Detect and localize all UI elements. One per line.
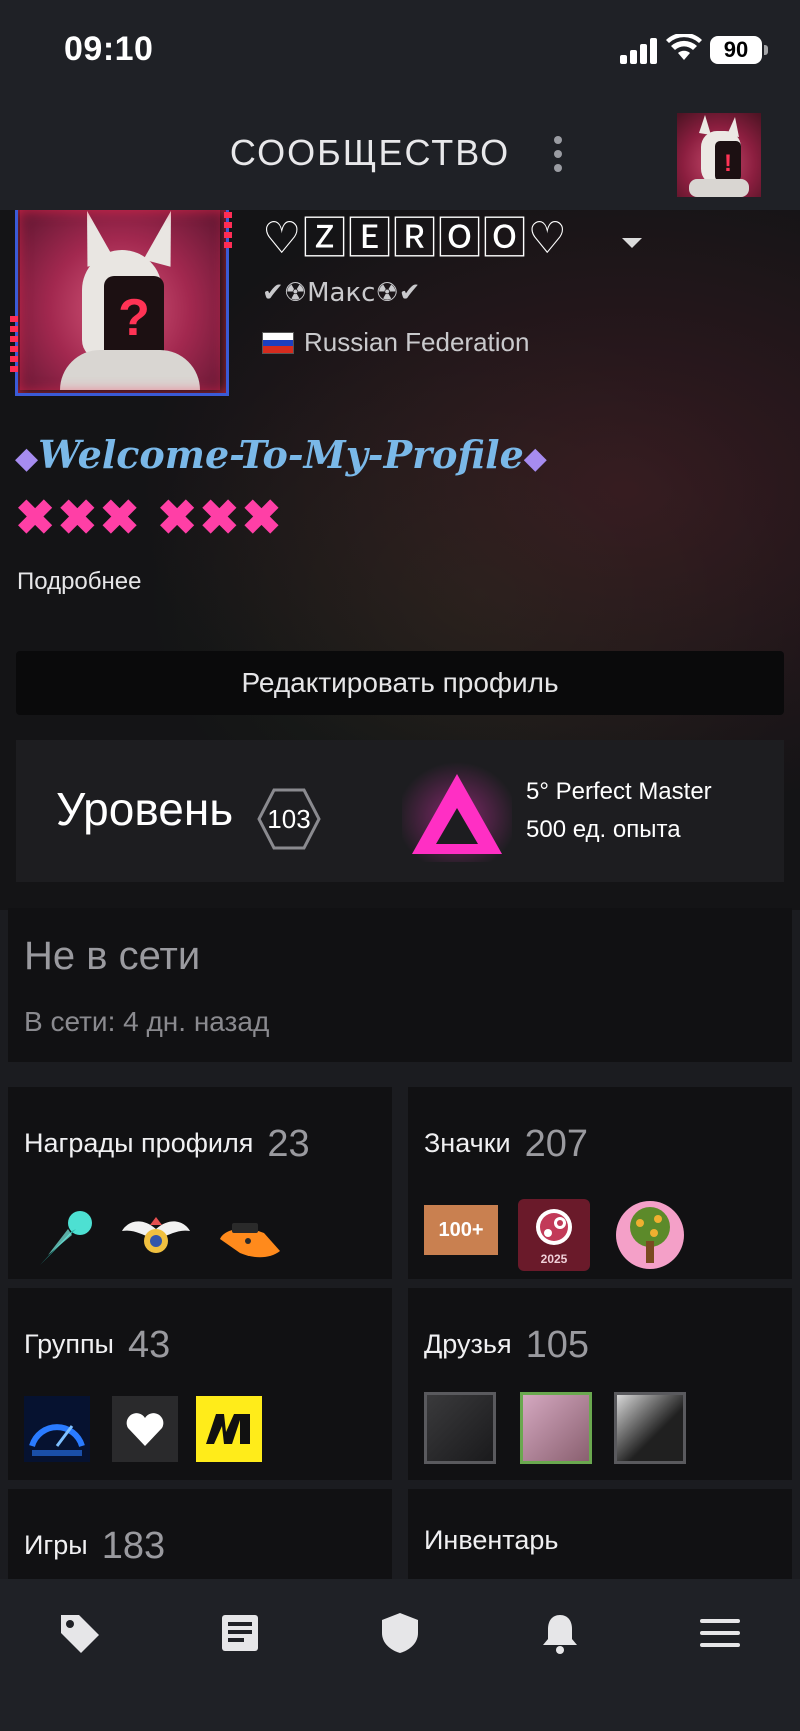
level-section[interactable]: Уровень 103 5° Perfect Master 500 ед. оп…	[16, 740, 784, 882]
persona-name[interactable]: ♡🅉🄴🅁🄾🄾♡	[262, 202, 568, 266]
last-online: В сети: 4 дн. назад	[24, 1006, 270, 1037]
groups-card[interactable]: Группы 43	[8, 1288, 392, 1480]
online-status-section: Не в сети В сети: 4 дн. назад	[8, 908, 792, 1062]
battery-indicator: 90	[710, 36, 768, 64]
tab-store[interactable]	[24, 1579, 134, 1689]
shield-icon	[382, 1613, 418, 1653]
svg-text:!: !	[724, 150, 732, 177]
menu-icon	[700, 1619, 740, 1647]
speedometer-group-icon	[24, 1396, 90, 1462]
navi-group-icon	[196, 1396, 262, 1462]
friend-avatar[interactable]	[614, 1392, 686, 1464]
header-avatar[interactable]: !	[677, 113, 761, 197]
avatar-frame	[15, 210, 229, 396]
card-count: 207	[524, 1123, 589, 1165]
winged-eye-award-icon	[122, 1217, 190, 1253]
tab-guard[interactable]	[345, 1579, 455, 1689]
store-tag-icon	[61, 1615, 99, 1653]
profile-awards-card[interactable]: Награды профиля 23	[8, 1087, 392, 1279]
inventory-card[interactable]: Инвентарь	[408, 1489, 792, 1579]
friends-card[interactable]: Друзья 105	[408, 1288, 792, 1480]
russia-flag-icon	[262, 332, 294, 354]
summary-text: Welcome-To-My-Profile	[38, 432, 524, 477]
orange-creature-award-icon	[220, 1223, 280, 1258]
friend-avatar[interactable]	[520, 1392, 592, 1464]
card-title: Группы 43	[24, 1324, 171, 1366]
cellular-signal-icon	[620, 38, 658, 64]
status-time: 09:10	[64, 30, 154, 68]
level-label: Уровень	[56, 783, 234, 835]
tree-badge-icon	[616, 1201, 684, 1269]
badge-name: 5° Perfect Master	[526, 778, 712, 805]
badge-year: 2025	[541, 1252, 568, 1266]
tab-notifications[interactable]	[505, 1579, 615, 1689]
bottom-tab-bar	[0, 1579, 800, 1731]
badge-xp: 500 ед. опыта	[526, 816, 681, 843]
news-icon	[222, 1615, 258, 1651]
heart-group-icon	[112, 1396, 178, 1462]
ios-status-bar: 09:10 90	[0, 0, 800, 100]
edit-profile-button[interactable]: Редактировать профиль	[16, 651, 784, 715]
card-title: Награды профиля 23	[24, 1123, 310, 1165]
page-title: СООБЩЕСТВО	[229, 132, 511, 173]
more-options-icon[interactable]	[551, 136, 565, 176]
100-plus-badge-icon: 100+	[424, 1205, 498, 1255]
diamond-icon: ◆	[523, 441, 547, 476]
card-title: Друзья 105	[424, 1324, 589, 1366]
card-title: Игры 183	[24, 1525, 166, 1567]
robot-avatar-icon: !	[689, 115, 749, 197]
more-link[interactable]: Подробнее	[17, 568, 141, 596]
card-count: 105	[525, 1324, 589, 1366]
profile-summary-heading: ◆Welcome-To-My-Profile◆	[15, 432, 547, 477]
badges-card[interactable]: Значки 207 100+ 2025	[408, 1087, 792, 1279]
wifi-icon	[666, 34, 702, 60]
card-title: Инвентарь	[424, 1525, 559, 1555]
online-status: Не в сети	[24, 934, 201, 978]
summary-decoration: ✖✖✖ ✖✖✖	[15, 492, 284, 545]
tab-menu[interactable]	[665, 1579, 775, 1689]
tab-news[interactable]	[185, 1579, 295, 1689]
diamond-icon: ◆	[15, 441, 39, 476]
bell-icon	[543, 1615, 577, 1654]
card-title: Значки 207	[424, 1123, 589, 1165]
real-name: ✔☢Макс☢✔	[262, 278, 421, 308]
perfect-master-badge-icon	[402, 762, 512, 862]
games-card[interactable]: Игры 183	[8, 1489, 392, 1579]
steam-2025-badge-icon: 2025	[518, 1199, 590, 1271]
chevron-down-icon[interactable]	[622, 238, 642, 248]
friend-avatar[interactable]	[424, 1392, 496, 1464]
avatar-frame-decoration	[224, 212, 232, 252]
comet-award-icon	[40, 1211, 92, 1265]
country-label: Russian Federation	[304, 327, 530, 357]
card-count: 23	[267, 1123, 310, 1165]
avatar-frame-decoration	[10, 316, 18, 376]
level-value: 103	[267, 804, 311, 834]
card-count: 183	[101, 1525, 166, 1567]
card-count: 43	[127, 1324, 171, 1366]
app-header: СООБЩЕСТВО !	[0, 100, 800, 210]
